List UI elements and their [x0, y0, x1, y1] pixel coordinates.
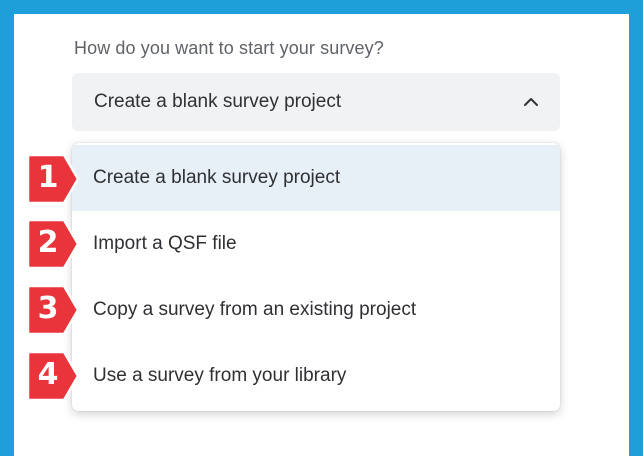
step-badge-2: 2	[26, 218, 82, 274]
option-label: Create a blank survey project	[93, 167, 341, 188]
option-create-blank[interactable]: Create a blank survey project	[72, 145, 560, 211]
dropdown-menu: Create a blank survey project Import a Q…	[72, 143, 560, 411]
option-import-qsf[interactable]: Import a QSF file	[72, 211, 560, 277]
chevron-up-icon[interactable]	[522, 93, 540, 111]
step-badge-1: 1	[26, 153, 82, 209]
badge-number: 1	[37, 160, 59, 195]
badge-number: 4	[37, 357, 59, 392]
option-label: Copy a survey from an existing project	[93, 299, 417, 320]
option-use-library[interactable]: Use a survey from your library	[72, 343, 560, 409]
option-copy-survey[interactable]: Copy a survey from an existing project	[72, 277, 560, 343]
badge-number: 3	[37, 291, 59, 326]
step-badge-4: 4	[26, 350, 82, 406]
start-survey-select[interactable]: Create a blank survey project	[72, 73, 560, 131]
option-label: Use a survey from your library	[93, 365, 347, 386]
option-label: Import a QSF file	[93, 233, 237, 254]
step-badge-3: 3	[26, 284, 82, 340]
question-label: How do you want to start your survey?	[74, 38, 384, 58]
select-value: Create a blank survey project	[94, 91, 342, 112]
badge-number: 2	[37, 225, 59, 260]
